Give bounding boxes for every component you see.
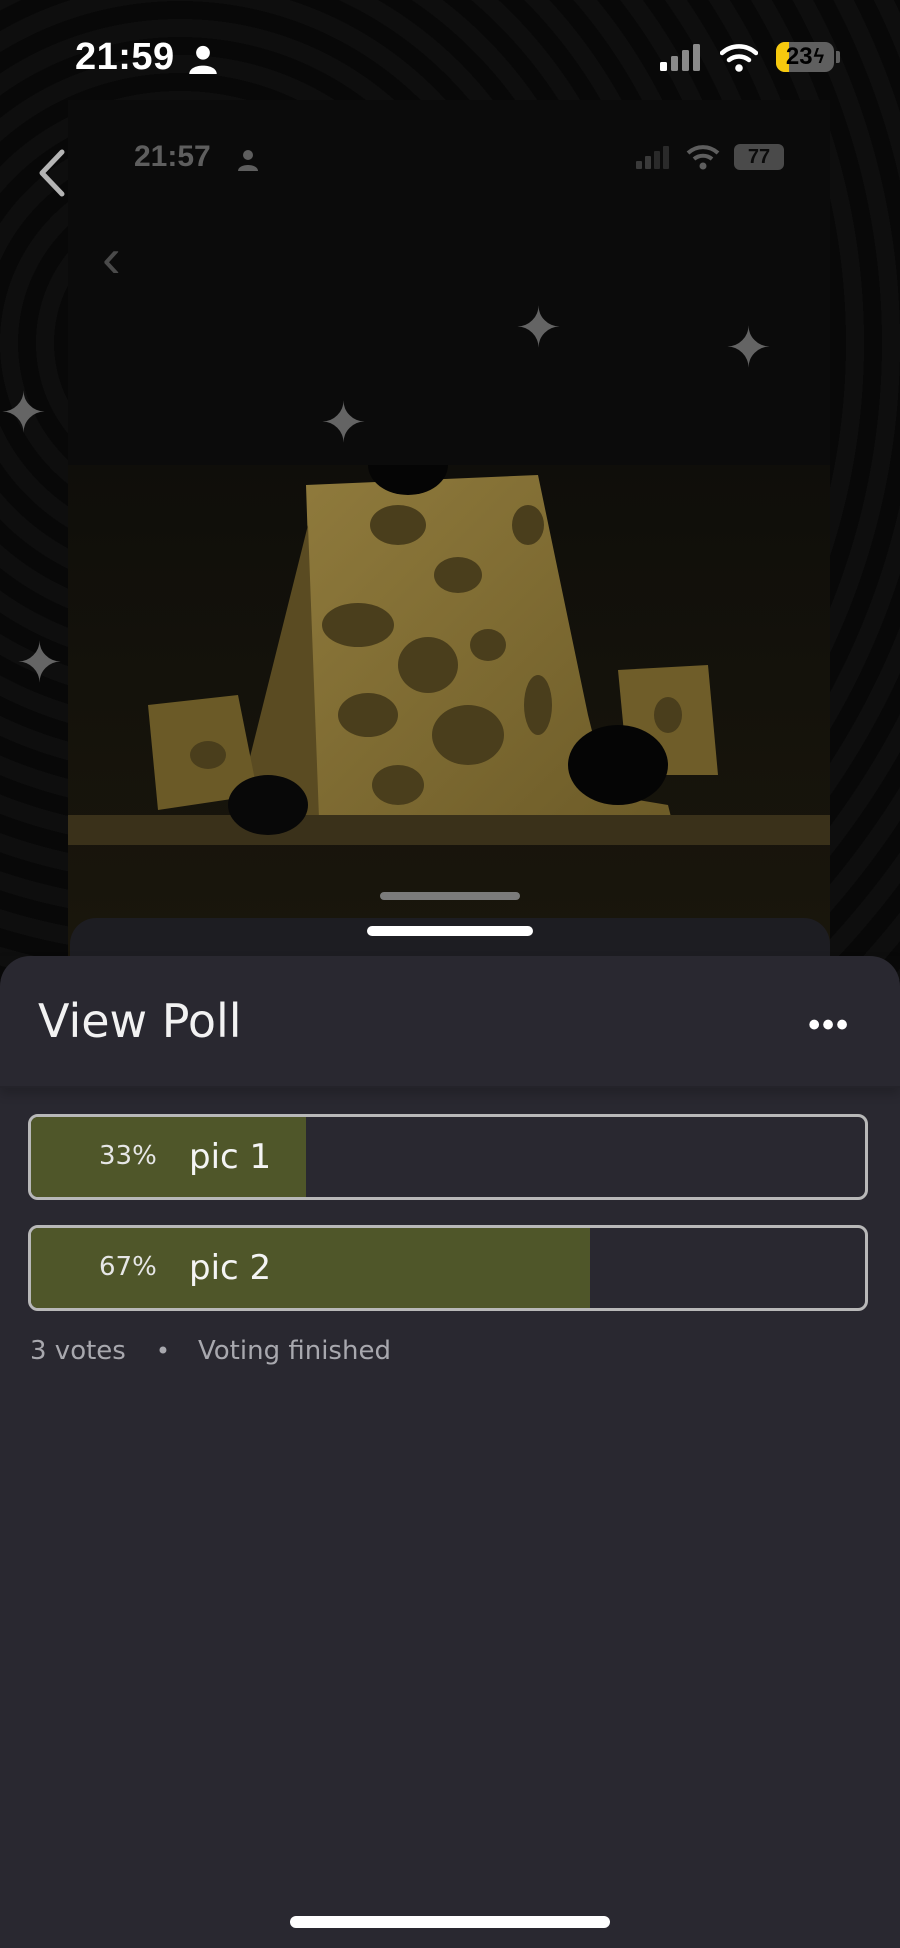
inner-battery-level: 77 (747, 145, 771, 168)
shared-screenshot: 21:57 77 ‹ (68, 100, 830, 980)
sparkle-icon: ✦ (0, 381, 47, 444)
inner-status-icons: 77 (636, 144, 784, 170)
vote-count: 3 votes (30, 1336, 126, 1366)
status-icons: 23 ϟ (660, 42, 840, 72)
sheet-title: View Poll (38, 994, 242, 1048)
battery-charging-icon: 23 ϟ (776, 42, 834, 72)
inner-signal-icon (636, 146, 669, 169)
inner-time: 21:57 (134, 140, 211, 173)
battery-indicator: 23 ϟ (776, 42, 840, 72)
person-icon (189, 45, 217, 74)
signal-icon (660, 44, 700, 71)
poll-option-label: pic 1 (189, 1137, 272, 1177)
battery-cap (836, 51, 840, 63)
background-image: ✦ ✦ ✦ ✦ ✦ 21:57 77 ‹ (0, 0, 900, 980)
poll-option-1[interactable]: 33% pic 1 (28, 1114, 868, 1200)
battery-level: 23 (785, 43, 813, 70)
inner-status-bar: 21:57 77 (68, 140, 830, 180)
sparkle-icon: ✦ (515, 296, 562, 359)
view-poll-sheet: View Poll ••• 33% pic 1 67% pic 2 3 vote… (0, 956, 900, 1948)
wifi-icon (720, 44, 758, 72)
home-indicator[interactable] (290, 1916, 610, 1928)
sparkle-icon: ✦ (16, 631, 63, 694)
inner-person-icon (238, 150, 258, 171)
chevron-left-icon (39, 149, 65, 197)
more-options-button[interactable]: ••• (808, 1006, 850, 1045)
inner-battery-icon: 77 (734, 144, 784, 170)
poll-meta: 3 votes • Voting finished (30, 1336, 391, 1366)
status-bar: 21:59 23 ϟ (0, 0, 900, 110)
poll-option-percent: 33% (99, 1141, 157, 1171)
more-horizontal-icon: ••• (808, 1006, 850, 1044)
poll-status: Voting finished (198, 1336, 391, 1366)
poll-option-2[interactable]: 67% pic 2 (28, 1225, 868, 1311)
inner-back-icon: ‹ (102, 226, 121, 289)
cheese-photo (68, 465, 830, 980)
poll-option-label: pic 2 (189, 1248, 272, 1288)
bolt-icon: ϟ (813, 45, 825, 68)
back-button[interactable] (34, 148, 68, 208)
sparkle-icon: ✦ (725, 316, 772, 379)
inner-sheet-grabber (380, 892, 520, 900)
inner-wifi-icon (686, 145, 720, 170)
poll-option-percent: 67% (99, 1252, 157, 1282)
sheet-header: View Poll ••• (0, 956, 900, 1088)
meta-separator: • (155, 1337, 170, 1365)
status-time: 21:59 (75, 36, 175, 78)
cheese-illustration (68, 465, 830, 845)
sheet-grabber[interactable] (367, 926, 533, 936)
sparkle-icon: ✦ (320, 391, 367, 454)
